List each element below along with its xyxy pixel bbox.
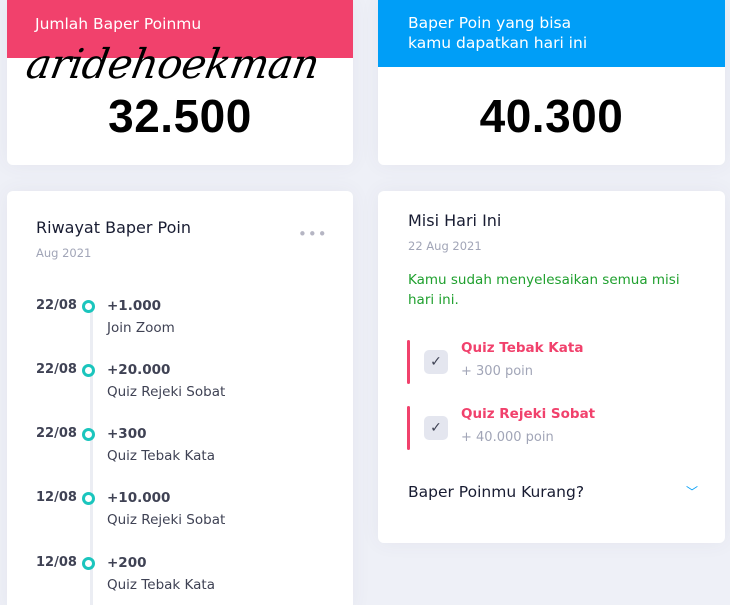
timeline-dot-icon (82, 364, 95, 377)
timeline-dot-icon (82, 492, 95, 505)
today-points-label-line2: kamu dapatkan hari ini (408, 34, 588, 52)
daily-mission-card: Misi Hari Ini 22 Aug 2021 Kamu sudah men… (378, 191, 725, 543)
timeline-description: Join Zoom (107, 320, 175, 336)
mission-date: 22 Aug 2021 (408, 239, 482, 253)
mission-points: + 300 poin (461, 364, 534, 379)
timeline-item: 22/08 +20.000 Quiz Rejeki Sobat (7, 362, 353, 422)
total-points-card: Jumlah Baper Poinmu aridehoekman 32.500 (7, 0, 353, 165)
timeline-amount: +10.000 (107, 490, 171, 506)
timeline-date: 22/08 (36, 362, 77, 377)
total-points-label: Jumlah Baper Poinmu (35, 15, 202, 33)
mission-item-tebak-kata[interactable]: ✓ Quiz Tebak Kata + 300 poin (407, 340, 707, 385)
timeline-dot-icon (82, 428, 95, 441)
timeline-amount: +200 (107, 555, 147, 571)
mission-accent-bar (407, 340, 410, 384)
history-subtitle: Aug 2021 (36, 246, 92, 260)
today-points-value: 40.300 (479, 90, 624, 142)
total-points-value: 32.500 (108, 90, 252, 142)
checkmark-icon: ✓ (424, 350, 448, 374)
today-points-card: Baper Poin yang bisa kamu dapatkan hari … (378, 0, 725, 165)
mission-title: Misi Hari Ini (408, 211, 502, 230)
mission-points: + 40.000 poin (461, 430, 554, 445)
mission-item-rejeki-sobat[interactable]: ✓ Quiz Rejeki Sobat + 40.000 poin (407, 406, 707, 451)
timeline-date: 12/08 (36, 555, 77, 570)
timeline-description: Quiz Rejeki Sobat (107, 512, 226, 528)
mission-name[interactable]: Quiz Rejeki Sobat (461, 406, 595, 422)
timeline-date: 22/08 (36, 298, 77, 313)
timeline-item: 22/08 +300 Quiz Tebak Kata (7, 426, 353, 486)
today-points-banner: Baper Poin yang bisa kamu dapatkan hari … (378, 0, 725, 67)
timeline-dot-icon (82, 300, 95, 313)
timeline-amount: +1.000 (107, 298, 162, 314)
chevron-down-icon[interactable]: ﹀ (686, 483, 698, 500)
accordion-label[interactable]: Baper Poinmu Kurang? (408, 483, 584, 501)
history-title: Riwayat Baper Poin (36, 218, 191, 237)
timeline-dot-icon (82, 557, 95, 570)
timeline-amount: +300 (107, 426, 147, 442)
timeline-item: 12/08 +10.000 Quiz Rejeki Sobat (7, 490, 353, 550)
mission-complete-message: Kamu sudah menyelesaikan semua misi hari… (408, 272, 680, 308)
today-points-label-line1: Baper Poin yang bisa (408, 14, 572, 32)
timeline-description: Quiz Tebak Kata (107, 577, 215, 593)
timeline-description: Quiz Tebak Kata (107, 448, 215, 464)
mission-name[interactable]: Quiz Tebak Kata (461, 340, 583, 356)
more-options-icon[interactable]: ••• (298, 227, 328, 242)
timeline-item: 12/08 +200 Quiz Tebak Kata (7, 555, 353, 605)
timeline-item: 22/08 +1.000 Join Zoom (7, 298, 353, 358)
points-insufficient-accordion[interactable]: Baper Poinmu Kurang? ﹀ (408, 483, 698, 507)
timeline-amount: +20.000 (107, 362, 171, 378)
mission-accent-bar (407, 406, 410, 450)
timeline-date: 12/08 (36, 490, 77, 505)
watermark-signature: aridehoekman (22, 40, 323, 88)
points-history-card: Riwayat Baper Poin Aug 2021 ••• 22/08 +1… (7, 191, 353, 605)
checkmark-icon: ✓ (424, 416, 448, 440)
timeline-description: Quiz Rejeki Sobat (107, 384, 226, 400)
timeline-date: 22/08 (36, 426, 77, 441)
